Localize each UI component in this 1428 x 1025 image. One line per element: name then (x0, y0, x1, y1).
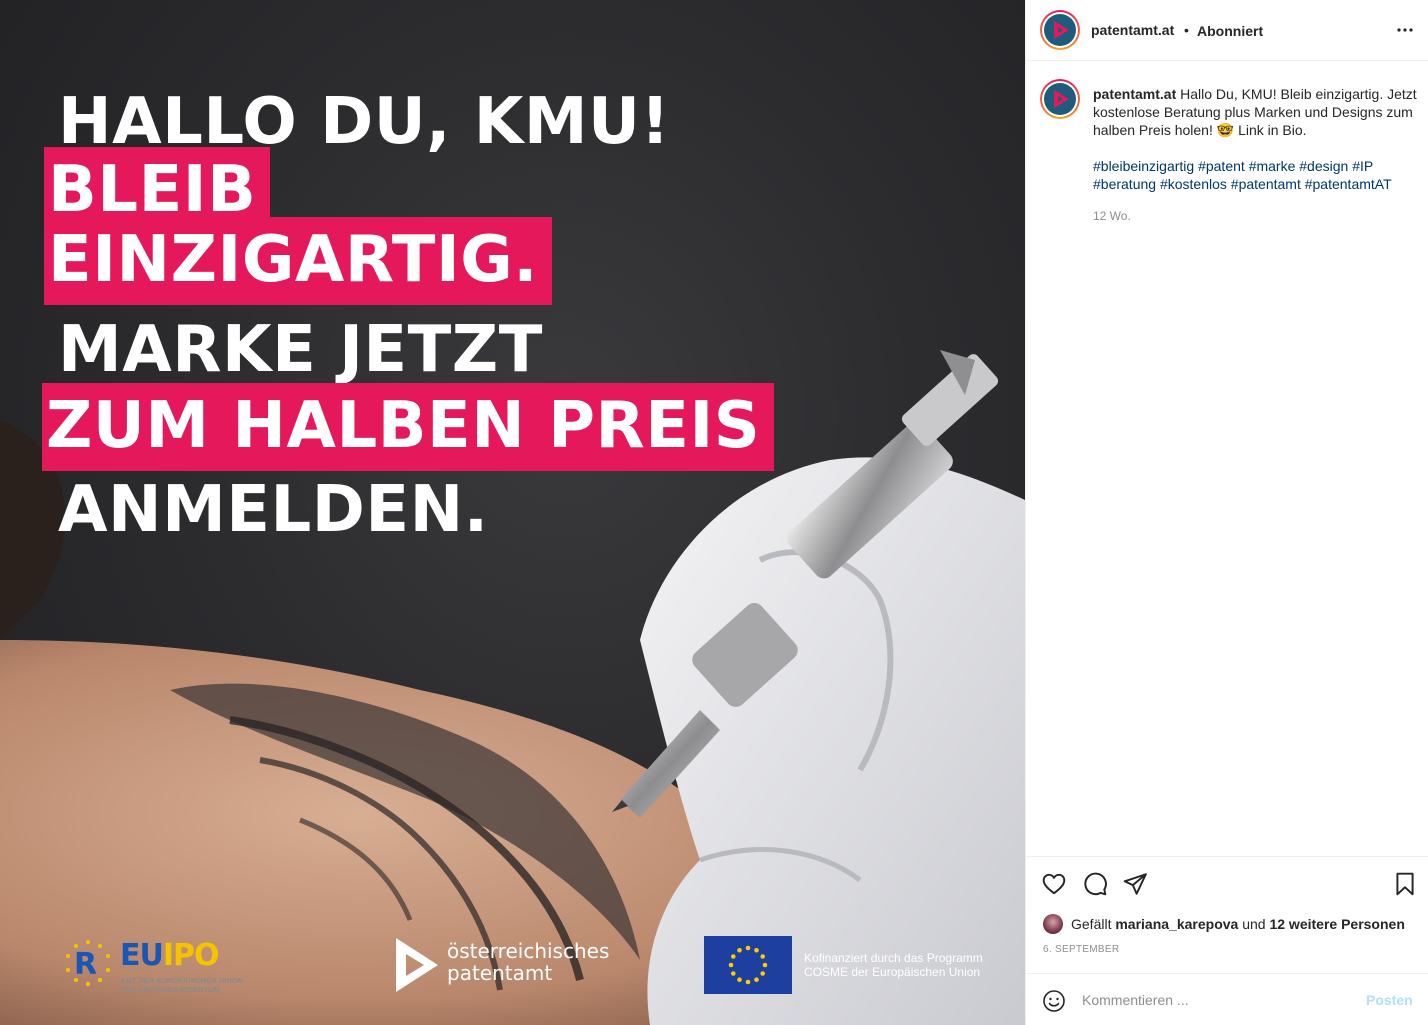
euipo-r-icon: R (66, 940, 110, 986)
header-username-link[interactable]: patentamt.at (1091, 22, 1174, 38)
eu-flag-icon (704, 936, 792, 994)
headline-line-2: BLEIB (44, 147, 271, 235)
post-date[interactable]: 6. SEPTEMBER (1043, 944, 1119, 955)
share-icon[interactable] (1122, 871, 1148, 897)
euipo-wordmark: EUIPO (120, 938, 220, 973)
patentamt-wordmark: österreichisches patentamt (447, 940, 609, 984)
headline-line-4: MARKE JETZT (58, 313, 543, 387)
likes-others-link[interactable]: 12 weitere Personen (1269, 916, 1404, 932)
bookmark-icon[interactable] (1392, 871, 1418, 897)
hashtag-link[interactable]: #patent (1198, 158, 1245, 174)
comment-input[interactable] (1082, 988, 1352, 1012)
eu-cofinance-text: Kofinanziert durch das Programm COSME de… (804, 951, 983, 979)
post-header: patentamt.at • Abonniert (1026, 0, 1428, 61)
euipo-logo: R EUIPO AMT DER EUROPÄISCHEN UNION FÜR G… (60, 938, 260, 1000)
caption-avatar[interactable] (1040, 79, 1080, 119)
comment-bar: Posten (1026, 973, 1428, 1025)
headline-line-6: ANMELDEN. (58, 473, 489, 547)
eu-cofinance-line1: Kofinanziert durch das Programm (804, 951, 983, 965)
patentamt-wordmark-line2: patentamt (447, 961, 553, 985)
more-horizontal-icon[interactable] (1393, 18, 1417, 42)
comment-icon[interactable] (1082, 871, 1108, 897)
post-image[interactable]: HALLO DU, KMU! BLEIB EINZIGARTIG. MARKE … (0, 0, 1025, 1025)
hashtag-link[interactable]: #marke (1249, 158, 1296, 174)
liker-username-link[interactable]: mariana_karepova (1115, 916, 1238, 932)
caption-username-link[interactable]: patentamt.at (1093, 86, 1176, 102)
likes-conjunction: und (1242, 916, 1266, 932)
hashtag-link[interactable]: #patentamtAT (1305, 176, 1392, 192)
liker-avatar[interactable] (1043, 914, 1063, 934)
eu-cofinance-line2: COSME der Europäischen Union (804, 965, 981, 979)
emoji-icon[interactable] (1042, 989, 1066, 1013)
hashtag-link[interactable]: #patentamt (1231, 176, 1301, 192)
patentamt-logo: österreichisches patentamt (392, 936, 622, 996)
hashtag-list: #bleibeinzigartig #patent #marke #design… (1093, 157, 1418, 193)
hashtag-link[interactable]: #IP (1352, 158, 1373, 174)
avatar[interactable] (1040, 10, 1080, 50)
hashtag-link[interactable]: #design (1299, 158, 1348, 174)
hashtag-link[interactable]: #bleibeinzigartig (1093, 158, 1194, 174)
heart-icon[interactable] (1041, 871, 1067, 897)
euipo-subtitle: AMT DER EUROPÄISCHEN UNION FÜR GEISTIGES… (120, 976, 243, 994)
headline-line-5: ZUM HALBEN PREIS (42, 383, 775, 471)
post-comment-button[interactable]: Posten (1366, 992, 1413, 1008)
headline-highlight-2: EINZIGARTIG. (44, 217, 553, 305)
headline-line-3: EINZIGARTIG. (44, 217, 553, 305)
action-bar (1026, 856, 1428, 910)
likes-text: Gefällt mariana_karepova und 12 weitere … (1071, 916, 1405, 932)
caption-body: patentamt.at Hallo Du, KMU! Bleib einzig… (1093, 85, 1418, 139)
caption: patentamt.at Hallo Du, KMU! Bleib einzig… (1093, 85, 1418, 225)
patentamt-avatar-icon (1054, 90, 1069, 108)
likes-prefix: Gefällt (1071, 916, 1112, 932)
patentamt-avatar-icon (1054, 21, 1069, 39)
post-age[interactable]: 12 Wo. (1093, 207, 1418, 225)
svg-text:R: R (74, 947, 97, 982)
hashtag-link[interactable]: #kostenlos (1160, 176, 1227, 192)
patentamt-play-icon (396, 938, 438, 992)
headline-highlight-3: ZUM HALBEN PREIS (42, 383, 775, 471)
eu-cofinance-block: Kofinanziert durch das Programm COSME de… (704, 936, 1004, 996)
follow-status-button[interactable]: Abonniert (1197, 23, 1263, 39)
header-separator: • (1184, 22, 1189, 38)
patentamt-wordmark-line1: österreichisches (447, 939, 610, 963)
hashtag-link[interactable]: #beratung (1093, 176, 1156, 192)
post-sidebar: patentamt.at • Abonniert patentamt.at Ha… (1025, 0, 1428, 1025)
headline-line-1: HALLO DU, KMU! (58, 85, 671, 159)
